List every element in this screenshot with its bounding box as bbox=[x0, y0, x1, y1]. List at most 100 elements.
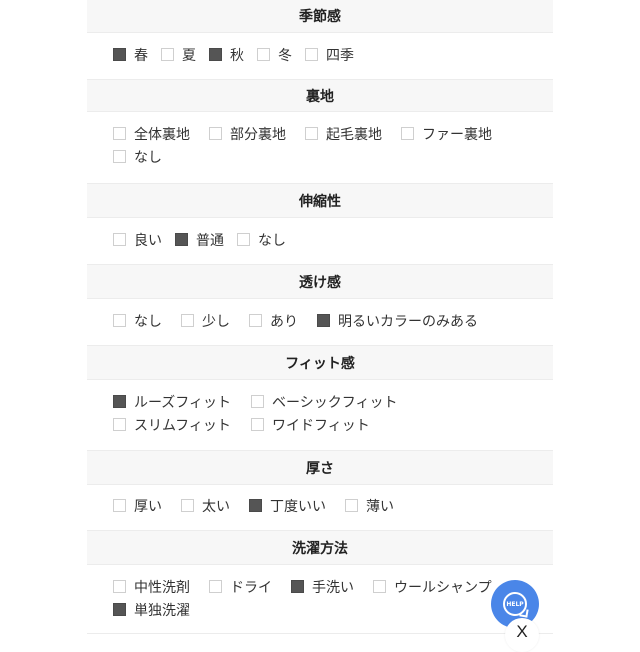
checkbox[interactable] bbox=[113, 603, 126, 616]
checkbox[interactable] bbox=[291, 580, 304, 593]
option-spring[interactable]: 春 bbox=[113, 43, 148, 66]
checkbox[interactable] bbox=[209, 580, 222, 593]
section-thickness: 厚さ 厚い 太い 丁度いい 薄い bbox=[87, 450, 553, 517]
help-label: HELP bbox=[506, 600, 524, 608]
option-dry-clean[interactable]: ドライ bbox=[209, 575, 272, 598]
option-label: 良い bbox=[134, 232, 162, 249]
checkbox[interactable] bbox=[317, 314, 330, 327]
close-icon: X bbox=[516, 622, 528, 641]
option-label: ファー裏地 bbox=[422, 126, 492, 143]
option-neutral-detergent[interactable]: 中性洗剤 bbox=[113, 575, 190, 598]
section-title: フィット感 bbox=[87, 345, 553, 380]
option-partial-lining[interactable]: 部分裏地 bbox=[209, 122, 286, 145]
option-label: 冬 bbox=[278, 47, 292, 64]
section-stretch: 伸縮性 良い 普通 なし bbox=[87, 183, 553, 251]
option-autumn[interactable]: 秋 bbox=[209, 43, 244, 66]
option-hand-wash[interactable]: 手洗い bbox=[291, 575, 354, 598]
section-title: 季節感 bbox=[87, 0, 553, 33]
checkbox[interactable] bbox=[113, 580, 126, 593]
option-full-lining[interactable]: 全体裏地 bbox=[113, 122, 190, 145]
option-just-right[interactable]: 丁度いい bbox=[249, 494, 326, 517]
help-bubble-icon: HELP bbox=[503, 592, 529, 618]
checkbox[interactable] bbox=[305, 127, 318, 140]
checkbox[interactable] bbox=[113, 233, 126, 246]
option-label: 春 bbox=[134, 47, 148, 64]
checkbox[interactable] bbox=[209, 48, 222, 61]
option-label: スリムフィット bbox=[134, 417, 231, 434]
option-yes[interactable]: あり bbox=[249, 309, 298, 332]
option-label: 丁度いい bbox=[270, 498, 326, 515]
option-label: ウールシャンプ bbox=[394, 579, 492, 596]
option-slight[interactable]: 少し bbox=[181, 309, 230, 332]
option-label: 厚い bbox=[134, 498, 162, 515]
option-label: 部分裏地 bbox=[230, 126, 286, 143]
option-normal[interactable]: 普通 bbox=[175, 228, 224, 251]
checkbox[interactable] bbox=[373, 580, 386, 593]
checkbox[interactable] bbox=[161, 48, 174, 61]
option-summer[interactable]: 夏 bbox=[161, 43, 196, 66]
option-no-lining[interactable]: なし bbox=[113, 145, 162, 168]
option-label: 明るいカラーのみある bbox=[338, 313, 478, 330]
option-label: 普通 bbox=[196, 232, 224, 249]
checkbox[interactable] bbox=[305, 48, 318, 61]
checkbox[interactable] bbox=[113, 418, 126, 431]
checkbox[interactable] bbox=[401, 127, 414, 140]
option-label: 夏 bbox=[182, 47, 196, 64]
option-list: 全体裏地 部分裏地 起毛裏地 ファー裏地 なし bbox=[113, 122, 533, 168]
checkbox[interactable] bbox=[181, 499, 194, 512]
option-label: ドライ bbox=[230, 579, 272, 596]
option-all-seasons[interactable]: 四季 bbox=[305, 43, 354, 66]
option-winter[interactable]: 冬 bbox=[257, 43, 292, 66]
option-fur-lining[interactable]: ファー裏地 bbox=[401, 122, 492, 145]
option-list: 厚い 太い 丁度いい 薄い bbox=[113, 494, 533, 517]
checkbox[interactable] bbox=[251, 418, 264, 431]
option-wool-shampoo[interactable]: ウールシャンプ bbox=[373, 575, 492, 598]
option-none[interactable]: なし bbox=[113, 309, 162, 332]
checkbox[interactable] bbox=[345, 499, 358, 512]
option-heavy[interactable]: 太い bbox=[181, 494, 230, 517]
checkbox[interactable] bbox=[181, 314, 194, 327]
checkbox[interactable] bbox=[113, 499, 126, 512]
section-washing: 洗濯方法 中性洗剤 ドライ 手洗い ウールシャンプ 単独洗濯 bbox=[87, 530, 553, 634]
option-list: 良い 普通 なし bbox=[113, 228, 533, 251]
option-label: 秋 bbox=[230, 47, 244, 64]
option-basic-fit[interactable]: ベーシックフィット bbox=[251, 390, 514, 413]
product-attributes-panel: 季節感 春 夏 秋 冬 四季 裏地 全体裏地 部分裏地 起毛裏地 ファー裏地 な… bbox=[87, 0, 553, 640]
checkbox[interactable] bbox=[209, 127, 222, 140]
section-fit: フィット感 ルーズフィット ベーシックフィット スリムフィット ワイドフィット bbox=[87, 345, 553, 436]
option-light-colors-only[interactable]: 明るいカラーのみある bbox=[317, 309, 478, 332]
option-brushed-lining[interactable]: 起毛裏地 bbox=[305, 122, 382, 145]
option-thick[interactable]: 厚い bbox=[113, 494, 162, 517]
checkbox[interactable] bbox=[113, 314, 126, 327]
checkbox[interactable] bbox=[257, 48, 270, 61]
option-label: 手洗い bbox=[312, 579, 354, 596]
checkbox[interactable] bbox=[113, 48, 126, 61]
option-thin[interactable]: 薄い bbox=[345, 494, 394, 517]
option-good[interactable]: 良い bbox=[113, 228, 162, 251]
option-wash-separately[interactable]: 単独洗濯 bbox=[113, 598, 190, 621]
checkbox[interactable] bbox=[249, 314, 262, 327]
checkbox[interactable] bbox=[113, 127, 126, 140]
checkbox[interactable] bbox=[249, 499, 262, 512]
checkbox[interactable] bbox=[113, 150, 126, 163]
checkbox[interactable] bbox=[113, 395, 126, 408]
section-season: 季節感 春 夏 秋 冬 四季 bbox=[87, 0, 553, 66]
option-label: 四季 bbox=[326, 47, 354, 64]
section-sheerness: 透け感 なし 少し あり 明るいカラーのみある bbox=[87, 264, 553, 332]
option-label: なし bbox=[134, 313, 162, 330]
section-title: 裏地 bbox=[87, 79, 553, 112]
option-label: なし bbox=[258, 232, 286, 249]
checkbox[interactable] bbox=[175, 233, 188, 246]
option-label: ベーシックフィット bbox=[272, 394, 398, 411]
option-wide-fit[interactable]: ワイドフィット bbox=[251, 413, 514, 436]
checkbox[interactable] bbox=[251, 395, 264, 408]
option-label: ルーズフィット bbox=[134, 394, 232, 411]
checkbox[interactable] bbox=[237, 233, 250, 246]
option-none[interactable]: なし bbox=[237, 228, 286, 251]
option-label: 中性洗剤 bbox=[134, 579, 190, 596]
option-list: ルーズフィット ベーシックフィット スリムフィット ワイドフィット bbox=[113, 390, 533, 436]
section-title: 厚さ bbox=[87, 450, 553, 485]
option-loose-fit[interactable]: ルーズフィット bbox=[113, 390, 232, 413]
close-help-button[interactable]: X bbox=[505, 618, 539, 652]
option-slim-fit[interactable]: スリムフィット bbox=[113, 413, 232, 436]
